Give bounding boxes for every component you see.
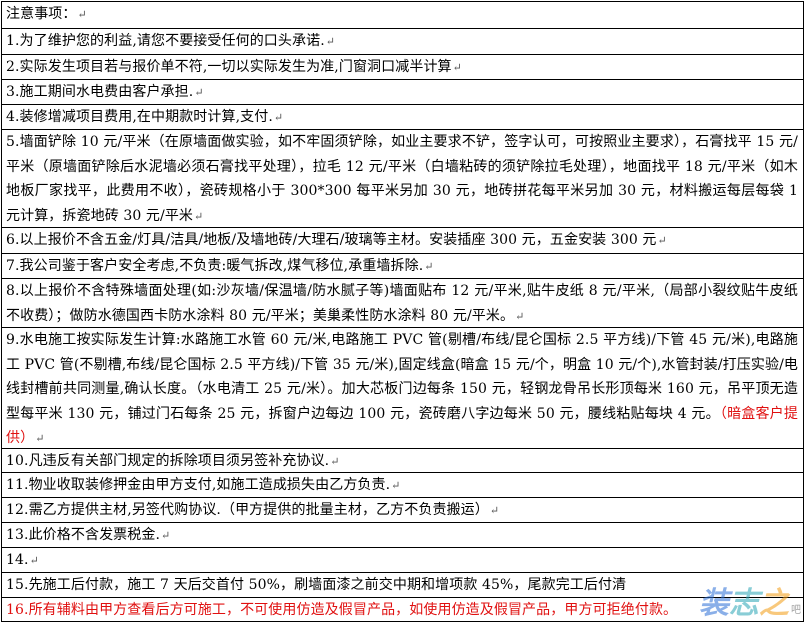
note-item-16: 16.所有辅料由甲方查看后方可施工，不可使用仿造及假冒产品，如使用仿造及假冒产品…	[2, 598, 803, 622]
note-text-11: 11.物业收取装修押金由甲方支付,如施工造成损失由乙方负责.	[6, 477, 391, 493]
paragraph-mark-icon: ↵	[489, 504, 500, 517]
paragraph-mark-icon: ↵	[273, 111, 284, 124]
note-text-12: 12.需乙方提供主材,另签代购协议.（甲方提供的批量主材，乙方不负责搬运）	[6, 502, 489, 518]
note-item-11: 11.物业收取装修押金由甲方支付,如施工造成损失由乙方负责.↵	[2, 473, 803, 498]
paragraph-mark-icon: ↵	[452, 61, 462, 74]
note-item-8: 8.以上报价不含特殊墙面处理(如:沙灰墙/保温墙/防水腻子等)墙面贴布 12 元…	[2, 279, 803, 328]
notes-document: 注意事项：↵ 1.为了维护您的利益,请您不要接受任何的口头承诺.↵ 2.实际发生…	[1, 1, 804, 622]
paragraph-mark-icon: ↵	[391, 479, 401, 492]
note-item-2: 2.实际发生项目若与报价单不符,一切以实际发生为准,门窗洞口减半计算↵	[2, 55, 803, 80]
note-text-9: 9.水电施工按实际发生计算:水路施工水管 60 元/米,电路施工 PVC 管(剔…	[6, 332, 798, 422]
note-text-14: 14.	[6, 552, 29, 568]
note-item-12: 12.需乙方提供主材,另签代购协议.（甲方提供的批量主材，乙方不负责搬运）↵	[2, 498, 803, 523]
note-item-3: 3.施工期间水电费由客户承担.↵	[2, 80, 803, 105]
paragraph-mark-icon: ↵	[515, 309, 525, 323]
note-item-10: 10.凡违反有关部门规定的拆除项目须另签补充协议.↵	[2, 449, 803, 473]
note-text-16: 16.所有辅料由甲方查看后方可施工，不可使用仿造及假冒产品，如使用仿造及假冒产品…	[6, 602, 678, 618]
paragraph-mark-icon: ↵	[424, 260, 434, 273]
note-text-1: 1.为了维护您的利益,请您不要接受任何的口头承诺.	[6, 33, 325, 49]
paragraph-mark-icon: ↵	[657, 234, 667, 247]
note-text-5: 5.墙面铲除 10 元/平米（在原墙面做实验，如不牢固须铲除，如业主要求不铲，签…	[6, 134, 798, 224]
paragraph-mark-icon: ↵	[325, 35, 336, 48]
note-text-3: 3.施工期间水电费由客户承担.	[6, 84, 194, 100]
note-item-5: 5.墙面铲除 10 元/平米（在原墙面做实验，如不牢固须铲除，如业主要求不铲，签…	[2, 130, 803, 228]
paragraph-mark-icon: ↵	[35, 432, 45, 445]
paragraph-mark-icon: ↵	[29, 554, 39, 567]
paragraph-mark-icon: ↵	[194, 86, 204, 99]
note-item-7: 7.我公司鉴于客户安全考虑,不负责:暖气拆改,煤气移位,承重墙拆除.↵	[2, 254, 803, 279]
note-text-4: 4.装修增减项目费用,在中期款时计算,支付.	[6, 109, 273, 125]
note-item-6: 6.以上报价不含五金/灯具/洁具/地板/及墙地砖/大理石/玻璃等主材。安装插座 …	[2, 228, 803, 254]
paragraph-mark-icon: ↵	[194, 209, 204, 223]
notes-title: 注意事项：	[6, 6, 77, 22]
paragraph-mark-icon: ↵	[161, 529, 171, 542]
note-text-2: 2.实际发生项目若与报价单不符,一切以实际发生为准,门窗洞口减半计算	[6, 59, 452, 75]
paragraph-mark-icon: ↵	[330, 455, 340, 468]
note-item-4: 4.装修增减项目费用,在中期款时计算,支付.↵	[2, 105, 803, 130]
note-text-13: 13.此价格不含发票税金.	[6, 527, 161, 543]
notes-title-row: 注意事项：↵	[2, 2, 803, 29]
note-item-15: 15.先施工后付款，施工 7 天后交首付 50%，刷墙面漆之前交中期和增项款 4…	[2, 573, 803, 598]
note-text-15: 15.先施工后付款，施工 7 天后交首付 50%，刷墙面漆之前交中期和增项款 4…	[6, 577, 627, 593]
note-text-6: 6.以上报价不含五金/灯具/洁具/地板/及墙地砖/大理石/玻璃等主材。安装插座 …	[6, 232, 657, 248]
note-item-14: 14.↵	[2, 548, 803, 573]
note-item-13: 13.此价格不含发票税金.↵	[2, 523, 803, 548]
paragraph-mark-icon: ↵	[77, 8, 87, 21]
note-text-7: 7.我公司鉴于客户安全考虑,不负责:暖气拆改,煤气移位,承重墙拆除.	[6, 258, 424, 274]
note-text-10: 10.凡违反有关部门规定的拆除项目须另签补充协议.	[6, 453, 330, 469]
note-text-8: 8.以上报价不含特殊墙面处理(如:沙灰墙/保温墙/防水腻子等)墙面贴布 12 元…	[6, 283, 798, 324]
note-item-9: 9.水电施工按实际发生计算:水路施工水管 60 元/米,电路施工 PVC 管(剔…	[2, 328, 803, 449]
note-item-1: 1.为了维护您的利益,请您不要接受任何的口头承诺.↵	[2, 29, 803, 55]
